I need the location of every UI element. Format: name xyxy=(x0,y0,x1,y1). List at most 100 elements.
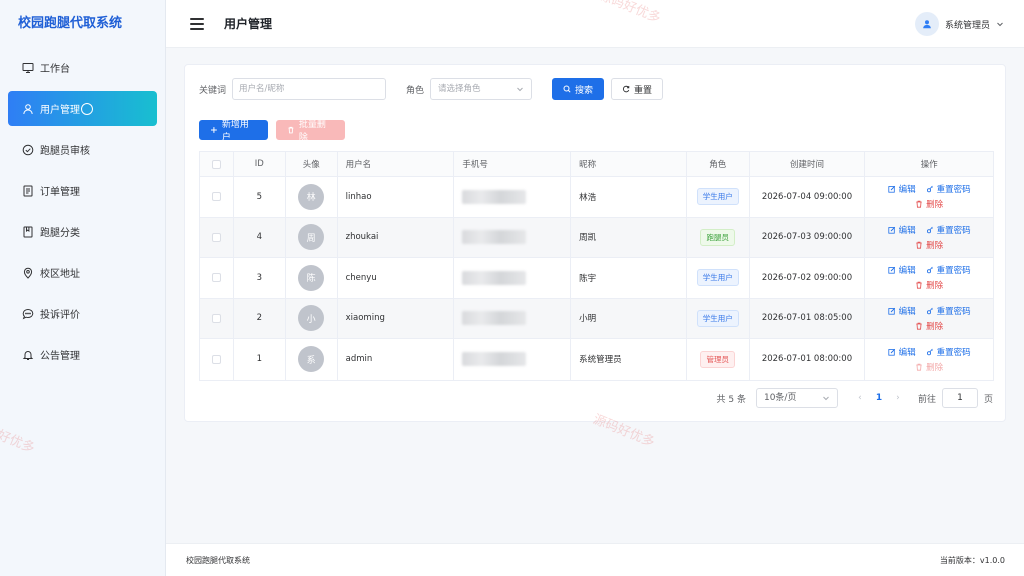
row-checkbox[interactable] xyxy=(211,232,221,242)
table-row: 5 林 linhao 林浩 学生用户 2026-07-04 09:00:00 编辑 重置密码删… xyxy=(200,177,993,218)
row-checkbox[interactable] xyxy=(211,313,221,323)
delete-button[interactable]: 删除 xyxy=(915,279,943,291)
table-row: 3 陈 chenyu 陈宇 学生用户 2026-07-02 09:00:00 编辑 重置密码删… xyxy=(200,258,993,299)
col-created: 创建时间 xyxy=(750,152,866,176)
sidebar-item-dashboard[interactable]: 工作台 xyxy=(8,50,157,85)
edit-button[interactable]: 编辑 xyxy=(888,264,916,276)
edit-button[interactable]: 编辑 xyxy=(888,305,916,317)
cell-created: 2026-07-04 09:00:00 xyxy=(750,177,866,217)
role-badge: 管理员 xyxy=(700,350,735,368)
select-all-checkbox[interactable] xyxy=(211,159,221,169)
role-select[interactable]: 请选择角色 xyxy=(430,78,533,100)
batch-delete-button[interactable]: 批量删除 xyxy=(276,120,345,143)
cell-phone xyxy=(454,298,572,338)
cell-nickname: 陈宇 xyxy=(571,258,687,298)
next-page-icon[interactable]: › xyxy=(890,393,906,403)
cell-id: 4 xyxy=(234,217,286,257)
row-checkbox[interactable] xyxy=(211,192,221,202)
add-user-button[interactable]: 新增用户 xyxy=(199,120,268,143)
chevron-down-icon xyxy=(997,22,1003,27)
col-phone: 手机号 xyxy=(454,152,572,176)
edit-label: 编辑 xyxy=(898,225,916,236)
keyword-label: 关键词 xyxy=(199,85,227,96)
cell-created: 2026-07-01 08:00:00 xyxy=(750,339,866,380)
sidebar-item-label: 公告管理 xyxy=(40,351,80,362)
user-avatar-icon xyxy=(923,20,931,29)
delete-button[interactable]: 删除 xyxy=(915,239,943,251)
location-icon xyxy=(22,267,34,279)
sidebar-item-label: 用户管理 xyxy=(40,105,80,116)
table-body: 5 林 linhao 林浩 学生用户 2026-07-04 09:00:00 编辑 重置密码删… xyxy=(200,177,993,380)
goto-page-input[interactable]: 1 xyxy=(941,388,978,408)
col-id: ID xyxy=(234,152,286,176)
sidebar-menu: 工作台 用户管理 跑腿员审核 订单管理 跑腿分类 校区地址 投诉评价 公告管理 xyxy=(0,50,165,372)
delete-button[interactable]: 删除 xyxy=(915,320,943,332)
sidebar-item-runner-review[interactable]: 跑腿员审核 xyxy=(8,132,157,167)
edit-icon xyxy=(888,226,895,234)
cell-phone xyxy=(454,258,572,298)
document-icon xyxy=(22,185,34,197)
phone-blurred xyxy=(462,189,527,204)
delete-button[interactable]: 删除 xyxy=(915,198,943,210)
cell-id: 5 xyxy=(234,177,286,217)
col-avatar: 头像 xyxy=(286,152,338,176)
sidebar-item-label: 工作台 xyxy=(40,64,70,75)
delete-button[interactable]: 删除 xyxy=(915,361,943,373)
col-username: 用户名 xyxy=(338,152,455,176)
cell-avatar: 林 xyxy=(286,177,338,217)
page-title: 用户管理 xyxy=(224,17,273,31)
chat-icon xyxy=(22,308,34,320)
page-size-select[interactable]: 10条/页 xyxy=(755,388,838,408)
sidebar-item-announcements[interactable]: 公告管理 xyxy=(8,337,157,372)
reset-button[interactable]: 重置 xyxy=(611,78,664,100)
table-row: 1 系 admin 系统管理员 管理员 2026-07-01 08:00:00 编辑 重置密码… xyxy=(200,339,993,380)
edit-button[interactable]: 编辑 xyxy=(888,183,916,195)
table-row: 2 小 xiaoming 小明 学生用户 2026-07-01 08:05:00 编辑 重置密… xyxy=(200,298,993,339)
reset-password-button[interactable]: 重置密码 xyxy=(926,305,971,317)
cell-username: xiaoming xyxy=(338,298,455,338)
sidebar-item-users[interactable]: 用户管理 xyxy=(8,91,157,126)
key-icon xyxy=(926,348,933,356)
sidebar-item-campus-address[interactable]: 校区地址 xyxy=(8,255,157,290)
top-header: 用户管理 系统管理员 xyxy=(166,0,1024,48)
sidebar-item-complaints[interactable]: 投诉评价 xyxy=(8,296,157,331)
reset-password-button[interactable]: 重置密码 xyxy=(926,264,971,276)
search-form: 关键词 用户名/昵称 角色 请选择角色 搜索 重置 xyxy=(199,78,664,100)
sidebar-item-categories[interactable]: 跑腿分类 xyxy=(8,214,157,249)
brand-title: 校园跑腿代取系统 xyxy=(18,16,123,31)
search-icon xyxy=(563,85,571,93)
trash-icon xyxy=(916,200,922,208)
page-number[interactable]: 1 xyxy=(868,393,890,403)
cell-role: 学生用户 xyxy=(687,177,750,217)
reset-password-button[interactable]: 重置密码 xyxy=(926,346,971,358)
menu-toggle-icon[interactable] xyxy=(190,17,204,30)
prev-page-icon[interactable]: ‹ xyxy=(852,393,868,403)
cell-username: linhao xyxy=(338,177,455,217)
cell-ops: 编辑 重置密码删除 xyxy=(865,218,993,258)
row-checkbox[interactable] xyxy=(211,354,221,364)
cell-avatar: 陈 xyxy=(286,258,338,298)
edit-button[interactable]: 编辑 xyxy=(888,346,916,358)
sidebar-item-orders[interactable]: 订单管理 xyxy=(8,173,157,208)
reset-password-button[interactable]: 重置密码 xyxy=(926,224,971,236)
row-checkbox[interactable] xyxy=(211,273,221,283)
sidebar-item-label: 跑腿员审核 xyxy=(40,146,90,157)
goto-label: 前往 xyxy=(917,394,936,405)
footer: 校园跑腿代取系统 当前版本：v1.0.0 xyxy=(166,543,1024,576)
edit-icon xyxy=(888,348,895,356)
col-nickname: 昵称 xyxy=(571,152,687,176)
user-menu[interactable]: 系统管理员 xyxy=(914,12,1004,36)
cell-username: zhoukai xyxy=(338,217,455,257)
edit-button[interactable]: 编辑 xyxy=(888,224,916,236)
cell-ops: 编辑 重置密码删除 xyxy=(865,258,993,298)
trash-icon xyxy=(916,281,922,289)
sidebar-item-label: 跑腿分类 xyxy=(40,228,80,239)
search-button[interactable]: 搜索 xyxy=(552,78,605,100)
select-all-cell xyxy=(200,152,234,176)
delete-label: 删除 xyxy=(926,281,944,292)
user-name: 系统管理员 xyxy=(944,20,990,31)
keyword-input[interactable]: 用户名/昵称 xyxy=(232,78,387,100)
page-size-value: 10条/页 xyxy=(763,393,797,403)
reset-password-button[interactable]: 重置密码 xyxy=(926,183,971,195)
delete-label: 删除 xyxy=(926,240,944,251)
